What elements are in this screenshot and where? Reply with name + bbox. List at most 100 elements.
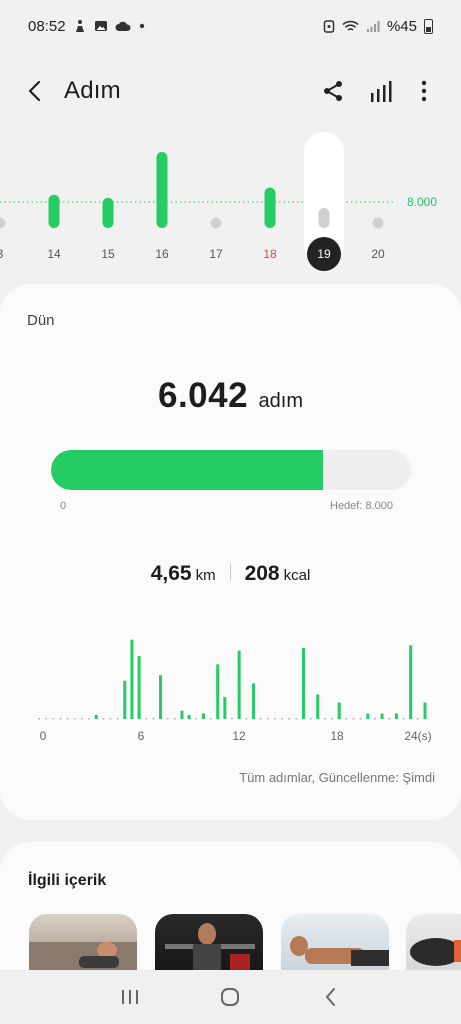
battery-icon [424, 18, 433, 34]
hourly-bar [201, 713, 205, 719]
hourly-bar [366, 713, 370, 719]
related-thumbnail[interactable] [406, 914, 461, 974]
day-label: 14 [47, 247, 61, 261]
day-column-19[interactable]: 19 [304, 132, 344, 271]
hourly-bar-empty [66, 718, 69, 720]
hourly-tick-label: 24(s) [404, 729, 431, 743]
hourly-bar-empty [359, 718, 362, 720]
update-footnote: Tüm adımlar, Güncellenme: Şimdi [239, 770, 435, 785]
distance-value: 4,65 [150, 562, 192, 585]
hourly-tick-label: 6 [138, 729, 145, 743]
home-icon [221, 988, 240, 1006]
day-column-14[interactable]: 14 [47, 194, 61, 261]
status-bar: 08:52 %45 [0, 0, 461, 52]
hourly-bar [394, 713, 398, 719]
hourly-steps-chart[interactable]: 0 6 12 18 24(s) [0, 624, 461, 744]
day-label: 17 [209, 247, 223, 261]
hourly-bar [187, 714, 191, 719]
hourly-bar [123, 680, 127, 719]
hourly-bar-empty [388, 718, 391, 720]
back-icon [325, 988, 335, 1006]
progress-goal-label: Hedef: 8.000 [330, 500, 393, 512]
day-bar-empty [210, 217, 222, 229]
hourly-bar-empty [102, 718, 105, 720]
hourly-bar [130, 639, 134, 719]
hourly-bar-empty [88, 718, 91, 720]
goal-progress-fill [51, 450, 323, 490]
day-label: 18 [263, 247, 277, 261]
app-bar: Adım [0, 62, 461, 120]
day-bar [48, 194, 60, 228]
battery-percent: %45 [386, 17, 417, 35]
bar-chart-icon [371, 81, 392, 102]
hourly-bar [423, 702, 427, 719]
goal-progress-bar [51, 450, 411, 490]
day-bar [264, 187, 276, 228]
hourly-bar-empty [59, 718, 62, 720]
day-label: 20 [371, 247, 385, 261]
hourly-bar-empty [266, 718, 269, 720]
day-label: 15 [101, 247, 115, 261]
hourly-bar-empty [402, 718, 405, 720]
calories-value: 208 [244, 562, 280, 585]
trends-button[interactable] [368, 79, 394, 105]
hourly-bar [380, 713, 384, 719]
hourly-bar-empty [173, 718, 176, 720]
hourly-bar-empty [259, 718, 262, 720]
day-column-16[interactable]: 16 [155, 152, 169, 261]
hourly-tick-label: 0 [40, 729, 47, 743]
hourly-bar [137, 656, 141, 719]
hourly-bar-empty [152, 718, 155, 720]
daily-steps-chart[interactable]: 3 14 15 16 17 18 19 20 8.000 [0, 130, 461, 278]
hourly-bar-empty [323, 718, 326, 720]
day-column-17[interactable]: 17 [209, 217, 223, 262]
share-button[interactable] [320, 78, 346, 104]
steps-value: 6.042 [157, 376, 249, 415]
home-button[interactable] [215, 982, 245, 1012]
page-title: Adım [64, 77, 121, 104]
hourly-bar-empty [109, 718, 112, 720]
status-time: 08:52 [28, 17, 66, 35]
hourly-bar-empty [38, 718, 40, 720]
image-icon [94, 21, 107, 31]
nav-back-button[interactable] [316, 982, 346, 1012]
status-right: %45 [323, 18, 433, 35]
back-button[interactable] [22, 76, 50, 106]
day-column-18[interactable]: 18 [263, 187, 277, 261]
hourly-bar [216, 664, 220, 719]
dot-icon [139, 23, 144, 29]
more-vertical-icon [421, 80, 427, 102]
day-bar-empty [372, 217, 384, 229]
related-thumbnail[interactable] [29, 914, 137, 974]
hourly-bar [316, 694, 320, 719]
hourly-bar-empty [245, 718, 248, 720]
hourly-bar-empty [416, 718, 419, 720]
recents-button[interactable] [115, 982, 145, 1012]
day-bar [156, 152, 168, 228]
hourly-bar-empty [116, 718, 119, 720]
hourly-tick-label: 18 [330, 729, 344, 743]
related-thumbnail[interactable] [155, 914, 263, 974]
status-left: 08:52 [28, 18, 146, 35]
day-column-15[interactable]: 15 [101, 197, 115, 261]
day-column-3[interactable]: 3 [0, 217, 6, 262]
workout-image [290, 936, 389, 966]
hourly-bar [180, 710, 184, 719]
hourly-bar-empty [45, 718, 48, 720]
hourly-bar-empty [273, 718, 276, 720]
daily-steps-svg: 3 14 15 16 17 18 19 20 [0, 132, 395, 271]
day-column-20[interactable]: 20 [371, 217, 385, 262]
progress-min-label: 0 [60, 500, 67, 512]
steps-total: 6.042 adım [0, 376, 461, 416]
chevron-left-icon [28, 80, 41, 102]
related-thumbnail[interactable] [281, 914, 389, 974]
distance-unit: km [195, 567, 216, 584]
hourly-bar-empty [231, 718, 233, 720]
hourly-bar-empty [295, 718, 298, 720]
metric-divider [229, 564, 231, 580]
hourly-bar [251, 683, 255, 719]
more-options-button[interactable] [414, 78, 434, 104]
workout-image [165, 923, 255, 974]
recents-icon [122, 990, 139, 1004]
hourly-bar-empty [281, 718, 284, 720]
